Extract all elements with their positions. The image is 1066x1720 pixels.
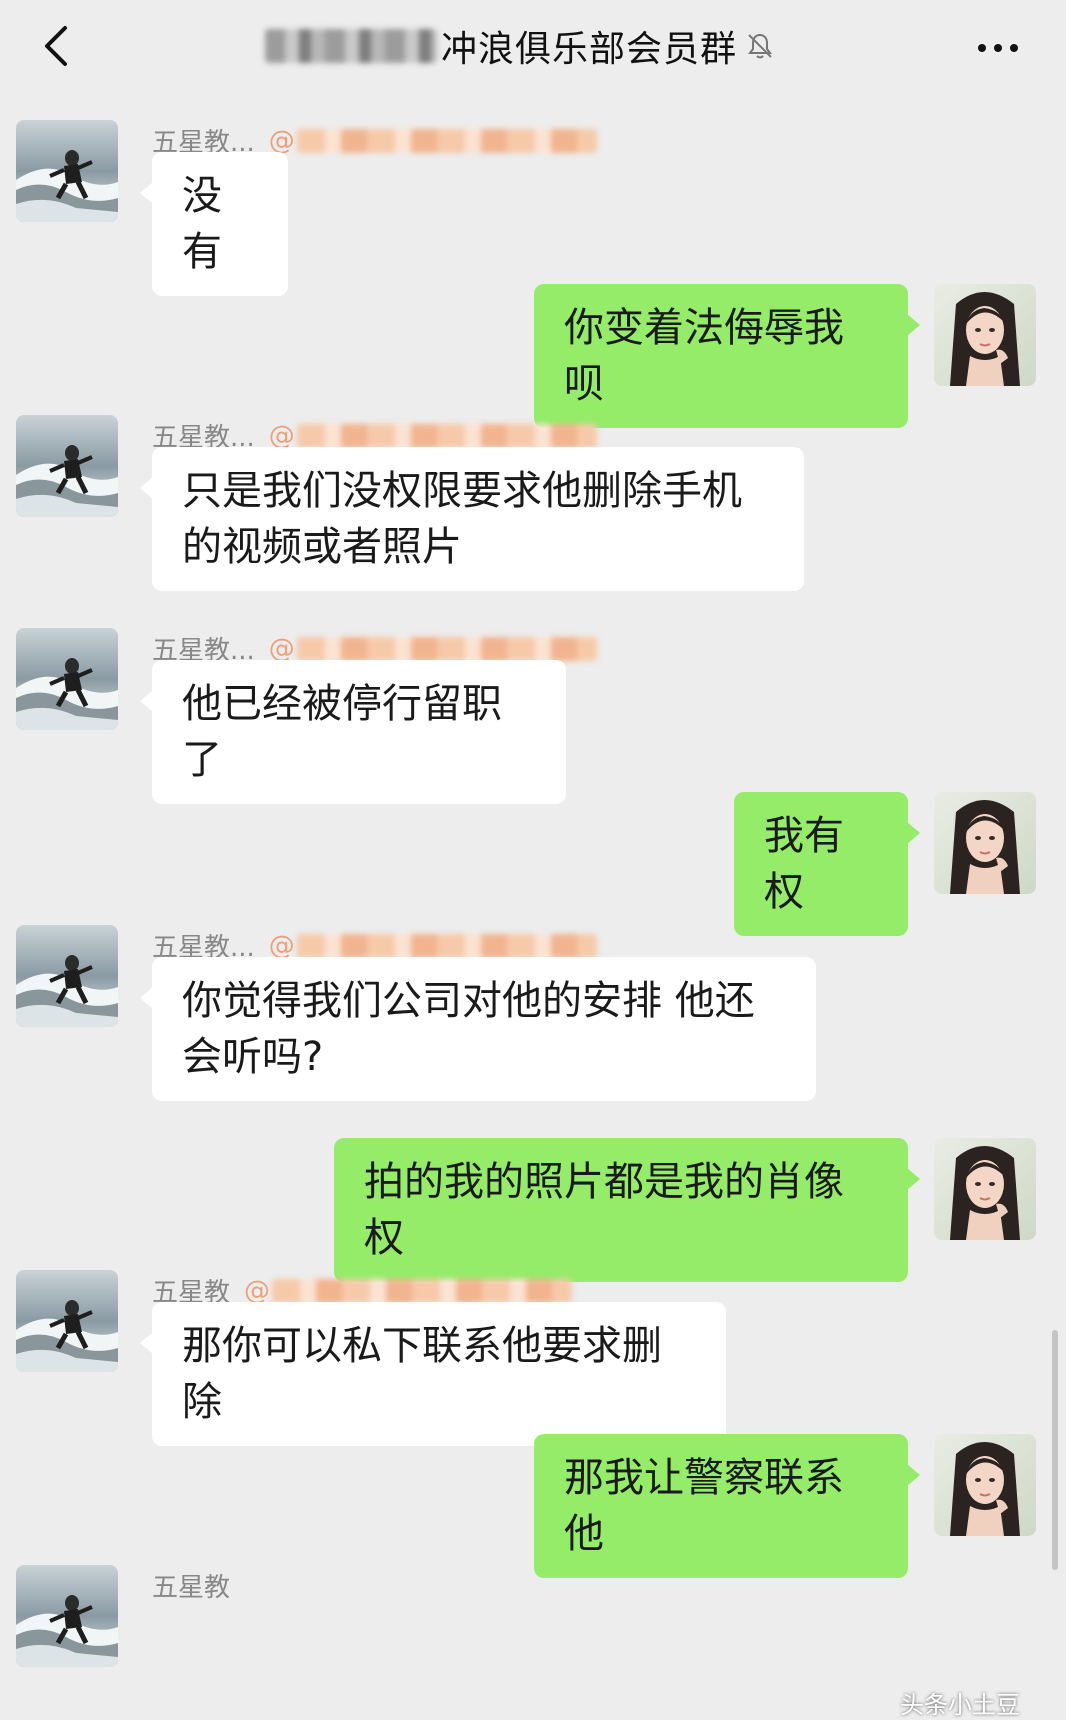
more-button[interactable] <box>968 16 1028 76</box>
message-bubble[interactable]: 我有权 <box>734 792 920 936</box>
message-bubble[interactable]: 你变着法侮辱我呗 <box>534 284 920 428</box>
avatar[interactable] <box>934 284 1036 386</box>
mention-symbol: @ <box>268 633 295 664</box>
watermark: 头条小土豆 <box>900 1691 1020 1719</box>
blurred-mention <box>272 1278 573 1303</box>
avatar[interactable] <box>934 792 1036 894</box>
chevron-left-icon <box>45 26 67 66</box>
mention-symbol: @ <box>268 420 295 451</box>
chat-header: 冲浪俱乐部会员群 <box>0 0 1066 98</box>
message-bubble[interactable]: 只是我们没权限要求他删除手机的视频或者照片 <box>140 447 804 591</box>
blurred-group-name <box>265 29 437 63</box>
avatar[interactable] <box>16 628 118 730</box>
avatar[interactable] <box>16 415 118 517</box>
avatar[interactable] <box>16 1565 118 1667</box>
avatar[interactable] <box>16 120 118 222</box>
message-bubble[interactable]: 没有 <box>140 152 288 296</box>
message-bubble[interactable]: 他已经被停行留职了 <box>140 660 566 804</box>
blurred-mention <box>296 423 597 448</box>
message-bubble[interactable]: 拍的我的照片都是我的肖像权 <box>334 1138 920 1282</box>
blurred-mention <box>296 933 597 958</box>
chat-title: 冲浪俱乐部会员群 <box>441 29 738 70</box>
avatar[interactable] <box>934 1434 1036 1536</box>
avatar[interactable] <box>16 925 118 1027</box>
bell-muted-icon <box>748 33 773 59</box>
chat-title-area[interactable]: 冲浪俱乐部会员群 <box>265 18 775 74</box>
message-bubble[interactable]: 那我让警察联系他 <box>534 1434 920 1578</box>
sender-name: 五星教 <box>152 1567 230 1604</box>
mention-symbol: @ <box>268 125 295 156</box>
avatar[interactable] <box>934 1138 1036 1240</box>
back-button[interactable] <box>26 16 86 76</box>
blurred-mention <box>296 128 597 153</box>
sender-label: 五星教 <box>152 1573 231 1603</box>
more-horizontal-icon <box>974 37 1022 56</box>
blurred-mention <box>296 636 597 661</box>
message-bubble[interactable]: 你觉得我们公司对他的安排 他还会听吗? <box>140 957 816 1101</box>
mention-symbol: @ <box>244 1275 271 1306</box>
avatar[interactable] <box>16 1270 118 1372</box>
scrollbar[interactable] <box>1052 1330 1058 1570</box>
message-bubble[interactable]: 那你可以私下联系他要求删除 <box>140 1302 726 1446</box>
mention-symbol: @ <box>268 930 295 961</box>
